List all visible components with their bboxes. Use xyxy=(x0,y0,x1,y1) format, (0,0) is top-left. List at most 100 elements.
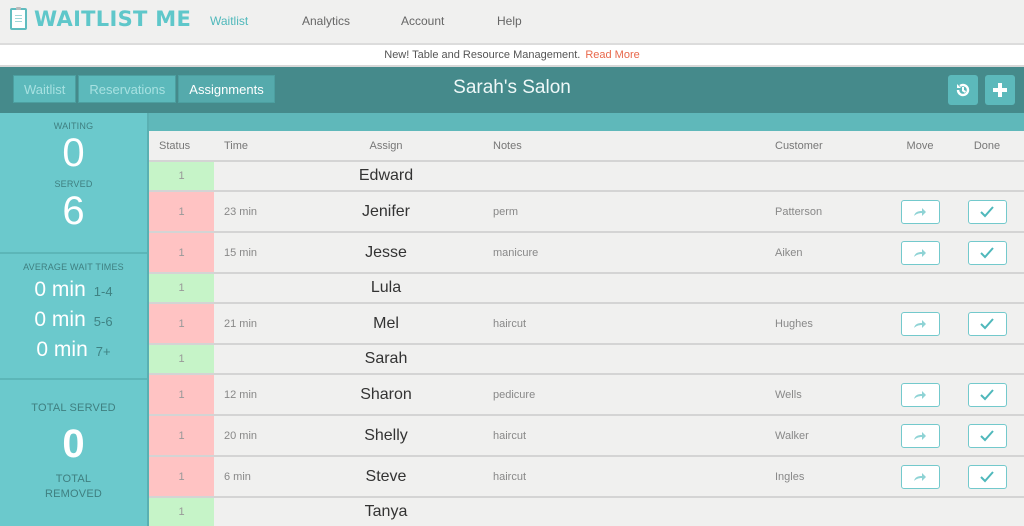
table-header-row: Status Time Assign Notes Customer Move D… xyxy=(149,131,1024,162)
avg-wait-row: 0 min 5-6 xyxy=(0,308,147,332)
announcement-bar: New! Table and Resource Management. Read … xyxy=(0,45,1024,67)
nav-waitlist[interactable]: Waitlist xyxy=(210,14,248,28)
notes-cell: manicure xyxy=(483,232,765,274)
assignee-name[interactable]: Edward xyxy=(289,161,483,192)
done-cell xyxy=(950,273,1024,304)
move-button[interactable] xyxy=(900,423,940,448)
waiting-label: WAITING xyxy=(53,121,94,131)
plus-icon xyxy=(993,83,1007,97)
history-button[interactable] xyxy=(948,75,978,105)
done-button[interactable] xyxy=(967,464,1007,489)
done-cell xyxy=(950,161,1024,192)
avg-wait-value: 0 min xyxy=(36,338,88,361)
table-row[interactable]: 1 23 min Jenifer perm Patterson xyxy=(149,191,1024,233)
assignee-name[interactable]: Steve xyxy=(289,456,483,498)
assignee-name[interactable]: Lula xyxy=(289,273,483,304)
notes-cell: pedicure xyxy=(483,374,765,416)
assignee-name[interactable]: Sharon xyxy=(289,374,483,416)
avg-wait-row: 0 min 1-4 xyxy=(0,278,147,302)
customer-cell: Patterson xyxy=(765,191,890,233)
customer-cell xyxy=(765,161,890,192)
done-button[interactable] xyxy=(967,382,1007,407)
status-cell: 1 xyxy=(149,303,214,345)
table-row[interactable]: 1 Edward xyxy=(149,161,1024,192)
announcement-text: New! Table and Resource Management. xyxy=(384,49,581,61)
totals-section: TOTAL SERVED 0 TOTAL REMOVED xyxy=(0,380,147,502)
share-arrow-icon xyxy=(914,390,926,399)
total-served-label: TOTAL SERVED xyxy=(31,402,116,414)
status-cell: 1 xyxy=(149,344,214,375)
top-nav: WAITLIST ME Waitlist Analytics Account H… xyxy=(0,0,1024,45)
customer-cell: Aiken xyxy=(765,232,890,274)
table-row[interactable]: 1 21 min Mel haircut Hughes xyxy=(149,303,1024,345)
move-button[interactable] xyxy=(900,240,940,265)
move-button[interactable] xyxy=(900,311,940,336)
done-button[interactable] xyxy=(967,240,1007,265)
time-cell: 12 min xyxy=(214,374,289,416)
time-cell: 15 min xyxy=(214,232,289,274)
time-cell xyxy=(214,161,289,192)
move-cell xyxy=(890,161,950,192)
header-assign: Assign xyxy=(289,131,483,162)
avg-wait-range: 1-4 xyxy=(93,284,113,299)
read-more-link[interactable]: Read More xyxy=(585,49,639,61)
assignee-name[interactable]: Jesse xyxy=(289,232,483,274)
avg-wait-label: AVERAGE WAIT TIMES xyxy=(23,262,124,272)
checkmark-icon xyxy=(980,470,994,482)
time-cell xyxy=(214,344,289,375)
done-button[interactable] xyxy=(967,311,1007,336)
status-cell: 1 xyxy=(149,374,214,416)
table-row[interactable]: 1 12 min Sharon pedicure Wells xyxy=(149,374,1024,416)
counts-section: WAITING 0 SERVED 6 xyxy=(0,113,147,254)
waiting-count: 0 xyxy=(62,131,85,175)
assignments-table: Status Time Assign Notes Customer Move D… xyxy=(149,131,1024,526)
header-done: Done xyxy=(950,131,1024,162)
panel-header-strip xyxy=(149,113,1024,131)
logo[interactable]: WAITLIST ME xyxy=(10,7,191,31)
assignee-name[interactable]: Mel xyxy=(289,303,483,345)
status-cell: 1 xyxy=(149,415,214,457)
assignee-name[interactable]: Tanya xyxy=(289,497,483,526)
table-row[interactable]: 1 Sarah xyxy=(149,344,1024,375)
served-count: 6 xyxy=(62,189,85,233)
notes-cell: haircut xyxy=(483,456,765,498)
nav-account[interactable]: Account xyxy=(401,14,444,28)
avg-wait-range: 7+ xyxy=(95,344,111,359)
table-row[interactable]: 1 20 min Shelly haircut Walker xyxy=(149,415,1024,457)
header-customer: Customer xyxy=(765,131,890,162)
share-arrow-icon xyxy=(914,472,926,481)
status-cell: 1 xyxy=(149,161,214,192)
notes-cell xyxy=(483,273,765,304)
checkmark-icon xyxy=(980,317,994,329)
table-row[interactable]: 1 6 min Steve haircut Ingles xyxy=(149,456,1024,498)
header-move: Move xyxy=(890,131,950,162)
avg-wait-section: AVERAGE WAIT TIMES 0 min 1-4 0 min 5-6 0… xyxy=(0,254,147,380)
avg-wait-value: 0 min xyxy=(34,278,86,301)
notes-cell: haircut xyxy=(483,415,765,457)
table-row[interactable]: 1 Tanya xyxy=(149,497,1024,526)
assignee-name[interactable]: Jenifer xyxy=(289,191,483,233)
nav-analytics[interactable]: Analytics xyxy=(302,14,350,28)
table-row[interactable]: 1 Lula xyxy=(149,273,1024,304)
add-button[interactable] xyxy=(985,75,1015,105)
assignee-name[interactable]: Sarah xyxy=(289,344,483,375)
time-cell xyxy=(214,273,289,304)
total-removed-label: TOTAL REMOVED xyxy=(44,473,103,500)
status-cell: 1 xyxy=(149,273,214,304)
done-cell xyxy=(950,497,1024,526)
move-button[interactable] xyxy=(900,464,940,489)
assignments-panel: Status Time Assign Notes Customer Move D… xyxy=(149,113,1024,526)
done-button[interactable] xyxy=(967,423,1007,448)
clipboard-icon xyxy=(10,7,27,30)
move-button[interactable] xyxy=(900,199,940,224)
done-button[interactable] xyxy=(967,199,1007,224)
assignee-name[interactable]: Shelly xyxy=(289,415,483,457)
move-button[interactable] xyxy=(900,382,940,407)
move-cell xyxy=(890,497,950,526)
header-status: Status xyxy=(149,131,214,162)
history-icon xyxy=(956,83,970,97)
status-cell: 1 xyxy=(149,191,214,233)
table-row[interactable]: 1 15 min Jesse manicure Aiken xyxy=(149,232,1024,274)
nav-help[interactable]: Help xyxy=(497,14,522,28)
total-served-count: 0 xyxy=(62,422,85,466)
